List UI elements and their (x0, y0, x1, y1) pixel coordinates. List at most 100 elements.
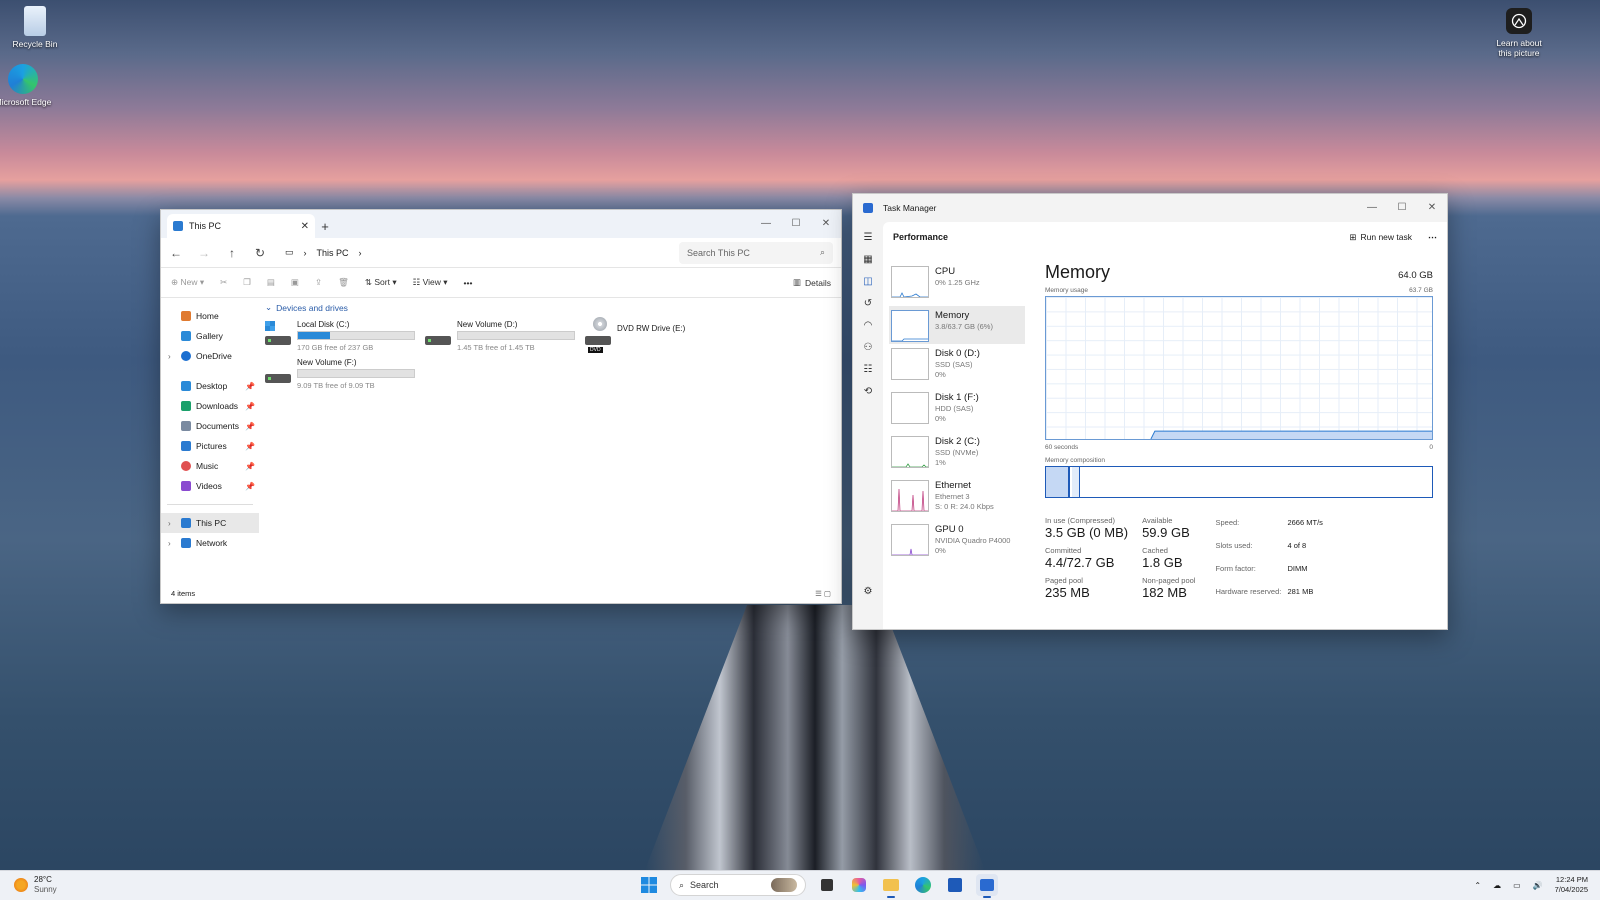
sort-button[interactable]: ⇅ Sort ▾ (365, 277, 397, 288)
settings-gear-icon[interactable]: ⚙ (864, 586, 873, 597)
details-button[interactable]: ▥ Details (793, 277, 831, 288)
devices-section-header[interactable]: ⌄ Devices and drives (265, 302, 835, 313)
edge-taskbar-button[interactable] (912, 874, 934, 896)
drive-c[interactable]: Local Disk (C:) 170 GB free of 237 GB (265, 319, 425, 352)
address-bar[interactable]: ▭ › This PC › (285, 247, 362, 258)
new-button[interactable]: ⊕ New ▾ (171, 277, 204, 288)
taskmgr-content: Performance ⊞ Run new task ⋯ CPU 0% 1.25 … (883, 222, 1447, 629)
temperature: 28°C (34, 875, 52, 884)
drive-name: New Volume (F:) (297, 358, 357, 367)
refresh-icon[interactable]: ↻ (253, 246, 267, 260)
recycle-bin-desktop-icon[interactable]: Recycle Bin (0, 6, 70, 49)
sidebar-item-network[interactable]: › Network (161, 533, 259, 553)
sidebar-item-pictures[interactable]: Pictures 📌 (161, 436, 259, 456)
resource-disk-1[interactable]: Disk 1 (F:) HDD (SAS) 0% (889, 388, 1025, 432)
resource-list: CPU 0% 1.25 GHz Memory 3.8/63.7 GB (6%) Di… (889, 262, 1025, 564)
chevron-right-icon[interactable]: › (168, 519, 171, 528)
close-button[interactable]: ✕ (811, 210, 841, 236)
cut-icon[interactable]: ✂ (220, 277, 227, 288)
resource-detail: NVIDIA Quadro P4000 (935, 536, 1011, 545)
onedrive-cloud-icon[interactable]: ☁ (1493, 881, 1501, 890)
memory-thumbnail (891, 310, 929, 342)
forward-icon[interactable]: → (197, 246, 211, 260)
copilot-button[interactable] (848, 874, 870, 896)
learn-about-picture-icon[interactable]: Learn about this picture (1484, 8, 1554, 58)
sidebar-item-onedrive[interactable]: › OneDrive (161, 346, 259, 366)
tiles-view-icon[interactable]: ▢ (824, 589, 831, 598)
view-button[interactable]: ☷ View ▾ (413, 277, 448, 288)
composition-label: Memory composition (1045, 457, 1105, 464)
sidebar-item-downloads[interactable]: Downloads 📌 (161, 396, 259, 416)
learn-label-1: Learn about (1496, 38, 1542, 48)
search-placeholder: Search This PC (687, 247, 750, 258)
resource-disk-0[interactable]: Disk 0 (D:) SSD (SAS) 0% (889, 344, 1025, 388)
delete-icon[interactable]: 🗑 (338, 277, 349, 288)
chevron-up-icon[interactable]: ⌃ (1474, 881, 1481, 890)
store-taskbar-button[interactable] (944, 874, 966, 896)
services-icon[interactable]: ⟲ (864, 386, 872, 397)
maximize-button[interactable]: ☐ (781, 210, 811, 236)
disc-icon (593, 317, 607, 331)
tab-this-pc[interactable]: This PC ✕ (167, 214, 315, 238)
sidebar-item-home[interactable]: Home (161, 306, 259, 326)
sidebar-item-music[interactable]: Music 📌 (161, 456, 259, 476)
pin-icon: 📌 (245, 421, 255, 431)
chevron-right-icon[interactable]: › (168, 352, 171, 361)
paste-icon[interactable]: ▤ (267, 277, 275, 288)
stat-label: Committed (1045, 546, 1082, 555)
drive-name: New Volume (D:) (457, 320, 518, 329)
details-view-icon[interactable]: ☰ (815, 589, 822, 598)
resource-memory[interactable]: Memory 3.8/63.7 GB (6%) (889, 306, 1025, 344)
share-icon[interactable]: ⇪ (315, 277, 322, 288)
file-explorer-taskbar-button[interactable] (880, 874, 902, 898)
chevron-right-icon[interactable]: › (359, 248, 362, 258)
close-button[interactable]: ✕ (1417, 194, 1447, 220)
users-icon[interactable]: ⚇ (864, 342, 873, 353)
resource-ethernet[interactable]: Ethernet Ethernet 3 S: 0 R: 24.0 Kbps (889, 476, 1025, 520)
minimize-button[interactable]: — (751, 210, 781, 236)
start-button[interactable] (638, 874, 660, 896)
resource-gpu[interactable]: GPU 0 NVIDIA Quadro P4000 0% (889, 520, 1025, 564)
copy-icon[interactable]: ❐ (243, 277, 251, 288)
task-view-button[interactable] (816, 874, 838, 896)
performance-icon[interactable]: ◫ (863, 276, 872, 287)
maximize-button[interactable]: ☐ (1387, 194, 1417, 220)
drive-e[interactable]: DVD DVD RW Drive (E:) (585, 317, 745, 353)
weather-condition: Sunny (34, 885, 57, 894)
hamburger-menu-icon[interactable]: ☰ (864, 232, 873, 243)
minimize-button[interactable]: — (1357, 194, 1387, 220)
sidebar-item-videos[interactable]: Videos 📌 (161, 476, 259, 496)
back-icon[interactable]: ← (169, 246, 183, 260)
resource-cpu[interactable]: CPU 0% 1.25 GHz (889, 262, 1025, 306)
more-button[interactable]: ••• (464, 278, 473, 288)
volume-icon[interactable]: 🔊 (1533, 881, 1543, 890)
windows-logo-icon (641, 877, 657, 893)
resource-disk-2[interactable]: Disk 2 (C:) SSD (NVMe) 1% (889, 432, 1025, 476)
startup-apps-icon[interactable]: ◠ (864, 320, 873, 331)
new-tab-button[interactable]: + (315, 214, 335, 238)
processes-icon[interactable]: ▦ (863, 254, 872, 265)
details-icon[interactable]: ☷ (864, 364, 873, 375)
run-new-task-button[interactable]: ⊞ Run new task (1349, 232, 1412, 243)
search-input[interactable]: Search This PC ⌕ (679, 241, 833, 264)
taskbar-search[interactable]: ⌕ Search (670, 874, 806, 896)
clock[interactable]: 12:24 PM 7/04/2025 (1555, 875, 1588, 895)
sidebar-item-this-pc[interactable]: › This PC (161, 513, 259, 533)
weather-widget[interactable]: 28°C Sunny (14, 875, 57, 895)
task-manager-taskbar-button[interactable] (976, 874, 998, 898)
sidebar-item-gallery[interactable]: Gallery (161, 326, 259, 346)
detail-value: 281 MB (1287, 587, 1314, 596)
rename-icon[interactable]: ▣ (291, 277, 299, 288)
stat-value: 3.5 GB (0 MB) (1045, 525, 1129, 540)
close-tab-icon[interactable]: ✕ (301, 221, 309, 232)
chevron-right-icon[interactable]: › (168, 539, 171, 548)
drive-d[interactable]: New Volume (D:) 1.45 TB free of 1.45 TB (425, 319, 585, 352)
sidebar-item-desktop[interactable]: Desktop 📌 (161, 376, 259, 396)
drive-f[interactable]: New Volume (F:) 9.09 TB free of 9.09 TB (265, 357, 425, 390)
up-icon[interactable]: ↑ (225, 246, 239, 260)
edge-desktop-icon[interactable]: Microsoft Edge (0, 64, 58, 107)
app-history-icon[interactable]: ↺ (864, 298, 872, 309)
sidebar-item-documents[interactable]: Documents 📌 (161, 416, 259, 436)
network-icon[interactable]: ▭ (1513, 881, 1521, 890)
more-options-icon[interactable]: ⋯ (1428, 232, 1437, 243)
